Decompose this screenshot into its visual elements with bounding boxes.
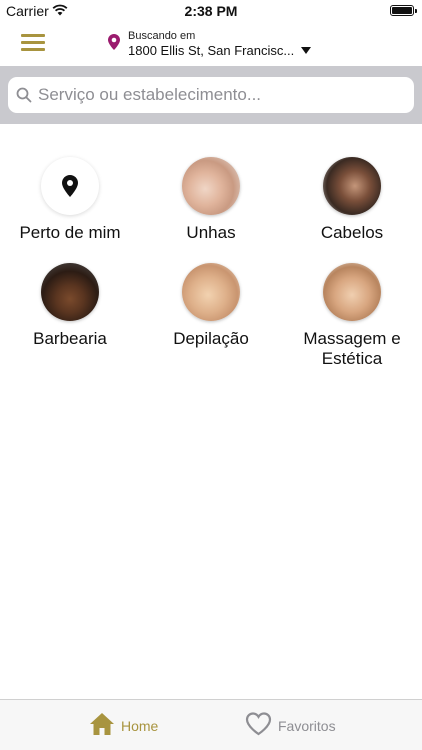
category-depilacao[interactable]: Depilação bbox=[141, 263, 281, 349]
status-bar: Carrier 2:38 PM bbox=[0, 0, 422, 22]
search-icon bbox=[16, 87, 32, 108]
clock: 2:38 PM bbox=[184, 3, 238, 19]
hamburger-menu-icon[interactable] bbox=[21, 34, 45, 52]
chevron-down-icon[interactable] bbox=[301, 47, 311, 54]
search-input[interactable] bbox=[38, 77, 404, 113]
tab-bar: Home Favoritos bbox=[0, 699, 422, 750]
category-label: Perto de mim bbox=[19, 223, 121, 242]
tab-favoritos[interactable]: Favoritos bbox=[245, 711, 336, 741]
hair-photo bbox=[323, 157, 381, 215]
search-box[interactable] bbox=[8, 77, 414, 113]
tab-home[interactable]: Home bbox=[89, 712, 158, 740]
nails-photo bbox=[182, 157, 240, 215]
header: Buscando em 1800 Ellis St, San Francisc.… bbox=[0, 22, 422, 66]
location-caption: Buscando em bbox=[128, 30, 196, 42]
category-label: Unhas bbox=[186, 223, 236, 242]
category-barbearia[interactable]: Barbearia bbox=[0, 263, 140, 349]
home-icon bbox=[89, 712, 115, 741]
location-selector[interactable]: Buscando em 1800 Ellis St, San Francisc.… bbox=[106, 28, 326, 62]
tab-favoritos-label: Favoritos bbox=[278, 718, 336, 734]
category-cabelos[interactable]: Cabelos bbox=[282, 157, 422, 243]
category-massagem-estetica[interactable]: Massagem e Estética bbox=[282, 263, 422, 369]
category-label: Cabelos bbox=[320, 223, 384, 242]
barber-photo bbox=[41, 263, 99, 321]
category-perto-de-mim[interactable]: Perto de mim bbox=[0, 157, 140, 243]
category-unhas[interactable]: Unhas bbox=[141, 157, 281, 243]
location-pin-icon bbox=[108, 34, 120, 55]
search-bar-container bbox=[0, 66, 422, 124]
heart-icon bbox=[245, 711, 272, 741]
location-pin-icon bbox=[41, 157, 99, 215]
category-label: Barbearia bbox=[33, 329, 107, 348]
massage-photo bbox=[323, 263, 381, 321]
battery-icon bbox=[390, 5, 417, 16]
waxing-photo bbox=[182, 263, 240, 321]
tab-home-label: Home bbox=[121, 718, 159, 734]
location-address: 1800 Ellis St, San Francisc... bbox=[128, 43, 295, 58]
category-label: Massagem e Estética bbox=[303, 329, 401, 368]
category-label: Depilação bbox=[173, 329, 249, 348]
